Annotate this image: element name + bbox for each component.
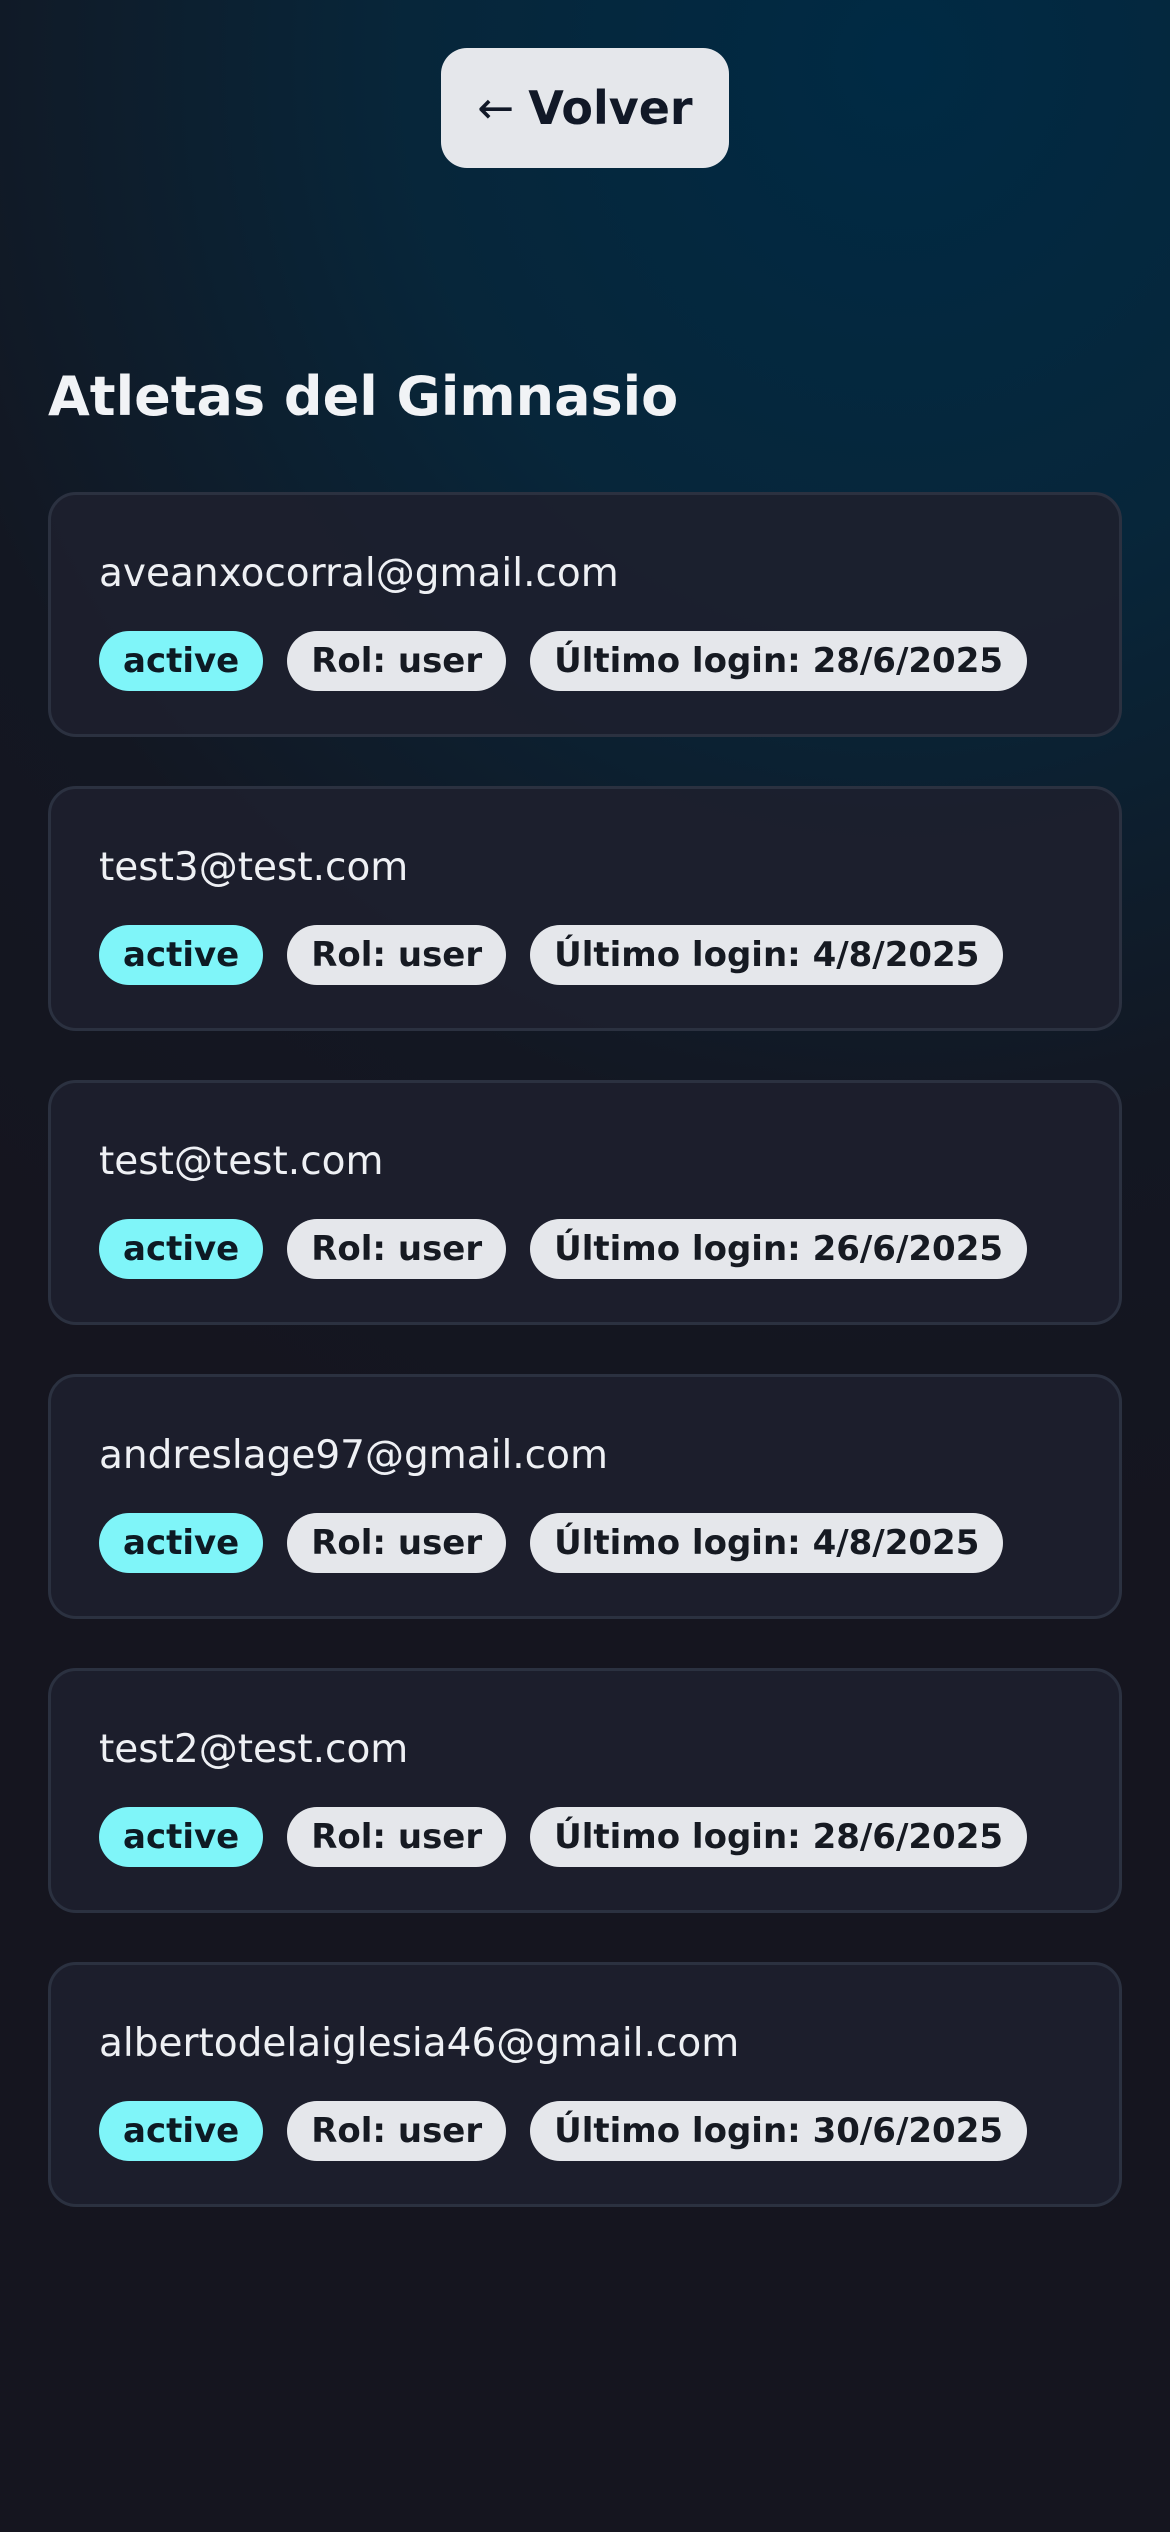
role-badge: Rol: user bbox=[287, 1807, 507, 1867]
athlete-email: test@test.com bbox=[99, 1139, 384, 1184]
back-button[interactable]: ← Volver bbox=[441, 48, 729, 168]
athlete-email: andreslage97@gmail.com bbox=[99, 1433, 608, 1478]
status-badge: active bbox=[99, 1513, 264, 1573]
back-button-label: Volver bbox=[528, 81, 693, 135]
status-badge: active bbox=[99, 631, 264, 691]
badge-row: active Rol: user Último login: 30/6/2025 bbox=[99, 2101, 1071, 2161]
role-badge: Rol: user bbox=[287, 1513, 507, 1573]
athlete-list: aveanxocorral@gmail.com active Rol: user… bbox=[48, 492, 1122, 2256]
status-badge: active bbox=[99, 1219, 264, 1279]
athlete-card[interactable]: test@test.com active Rol: user Último lo… bbox=[48, 1080, 1122, 1325]
page-title: Atletas del Gimnasio bbox=[48, 365, 679, 428]
badge-row: active Rol: user Último login: 26/6/2025 bbox=[99, 1219, 1071, 1279]
status-badge: active bbox=[99, 1807, 264, 1867]
badge-row: active Rol: user Último login: 4/8/2025 bbox=[99, 1513, 1071, 1573]
athlete-card[interactable]: aveanxocorral@gmail.com active Rol: user… bbox=[48, 492, 1122, 737]
athlete-card[interactable]: test3@test.com active Rol: user Último l… bbox=[48, 786, 1122, 1031]
last-login-badge: Último login: 30/6/2025 bbox=[530, 2101, 1028, 2161]
athlete-card[interactable]: albertodelaiglesia46@gmail.com active Ro… bbox=[48, 1962, 1122, 2207]
role-badge: Rol: user bbox=[287, 2101, 507, 2161]
last-login-badge: Último login: 26/6/2025 bbox=[530, 1219, 1028, 1279]
last-login-badge: Último login: 4/8/2025 bbox=[530, 925, 1004, 985]
athlete-email: albertodelaiglesia46@gmail.com bbox=[99, 2021, 740, 2066]
athlete-email: aveanxocorral@gmail.com bbox=[99, 551, 619, 596]
athlete-card[interactable]: andreslage97@gmail.com active Rol: user … bbox=[48, 1374, 1122, 1619]
athlete-email: test3@test.com bbox=[99, 845, 409, 890]
badge-row: active Rol: user Último login: 4/8/2025 bbox=[99, 925, 1071, 985]
athlete-email: test2@test.com bbox=[99, 1727, 409, 1772]
role-badge: Rol: user bbox=[287, 1219, 507, 1279]
last-login-badge: Último login: 28/6/2025 bbox=[530, 631, 1028, 691]
role-badge: Rol: user bbox=[287, 631, 507, 691]
status-badge: active bbox=[99, 2101, 264, 2161]
athlete-card[interactable]: test2@test.com active Rol: user Último l… bbox=[48, 1668, 1122, 1913]
arrow-left-icon: ← bbox=[477, 82, 515, 134]
last-login-badge: Último login: 4/8/2025 bbox=[530, 1513, 1004, 1573]
badge-row: active Rol: user Último login: 28/6/2025 bbox=[99, 1807, 1071, 1867]
badge-row: active Rol: user Último login: 28/6/2025 bbox=[99, 631, 1071, 691]
role-badge: Rol: user bbox=[287, 925, 507, 985]
last-login-badge: Último login: 28/6/2025 bbox=[530, 1807, 1028, 1867]
status-badge: active bbox=[99, 925, 264, 985]
